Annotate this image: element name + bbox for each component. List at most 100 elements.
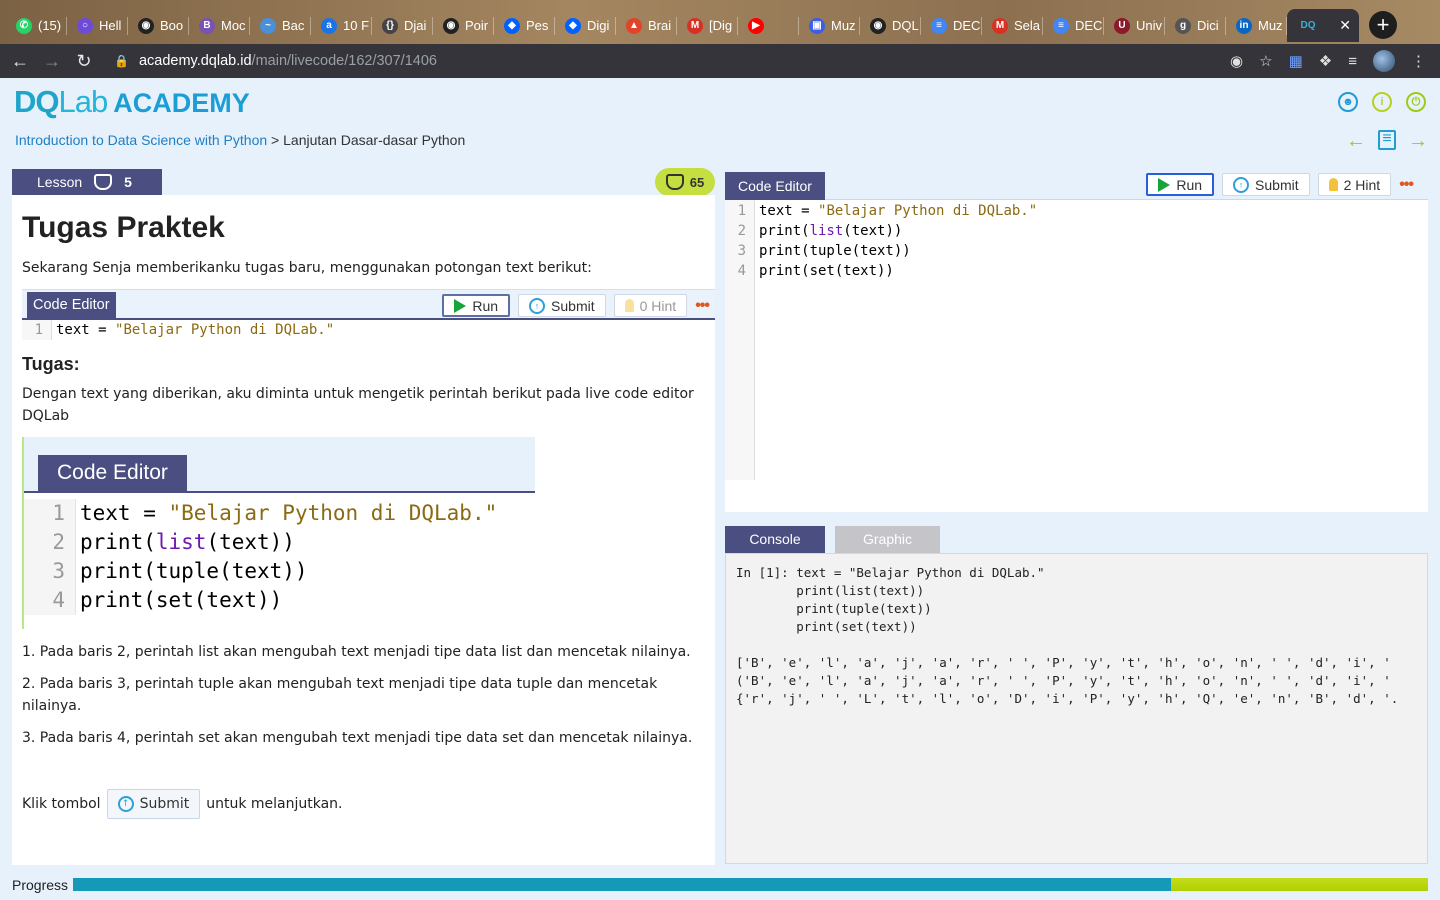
breadcrumb-course-link[interactable]: Introduction to Data Science with Python <box>15 132 267 148</box>
code-line: 1 text = "Belajar Python di DQLab." <box>725 201 1428 221</box>
address-bar[interactable]: 🔒 academy.dqlab.id/main/livecode/162/307… <box>114 53 437 69</box>
editor-tab[interactable]: Code Editor <box>725 172 825 200</box>
code-line: 1 text = "Belajar Python di DQLab." <box>22 320 715 340</box>
lightbulb-icon <box>1328 178 1338 191</box>
dropbox-icon: ◆ <box>504 17 520 34</box>
shield-icon: ▣ <box>809 17 825 34</box>
embedded-code-editor: Code Editor Run ↑ Submit 0 Hint ••• 1 text… <box>22 289 715 340</box>
browser-tab[interactable]: g Dici <box>1165 9 1226 42</box>
power-logout-icon[interactable]: ⏻ <box>1406 92 1426 112</box>
tab-console[interactable]: Console <box>725 526 825 553</box>
circle-icon: ○ <box>77 17 93 34</box>
browser-tab[interactable]: ◉ DQL <box>860 9 921 42</box>
step-item: 1. Pada baris 2, perintah list akan meng… <box>22 644 691 660</box>
at-icon: a <box>321 17 337 34</box>
progress-bar <box>73 878 1428 891</box>
trophy-icon <box>665 174 684 190</box>
browser-tab[interactable]: ◉ Boo <box>128 9 189 42</box>
submit-button[interactable]: ↑ Submit <box>1222 173 1310 196</box>
lesson-tab[interactable]: Lesson 5 <box>12 169 162 195</box>
embedded-editor-tab[interactable]: Code Editor <box>27 292 116 318</box>
next-page-arrow-icon[interactable]: → <box>1408 130 1428 153</box>
reading-list-icon[interactable]: ≡ <box>1348 53 1357 70</box>
whatsapp-icon: ✆ <box>16 17 32 34</box>
bookmark-star-icon[interactable]: ☆ <box>1259 52 1272 70</box>
console-output: In [1]: text = "Belajar Python di DQLab.… <box>725 553 1428 864</box>
back-icon[interactable]: ← <box>8 51 32 72</box>
user-profile-icon[interactable]: ☻ <box>1338 92 1358 112</box>
reload-icon[interactable]: ↻ <box>72 51 96 72</box>
bracket-icon: {} <box>382 17 398 34</box>
page-navigation: ← ≡ → <box>1346 130 1428 153</box>
browser-tab[interactable]: ▲ Brai <box>616 9 677 42</box>
code-line: 3 print(tuple(text)) <box>725 241 1428 261</box>
close-tab-icon[interactable]: ✕ <box>1339 17 1351 34</box>
play-icon <box>1158 177 1171 192</box>
tugas-heading: Tugas: <box>22 354 80 374</box>
progress-label: Progress <box>12 877 69 893</box>
profile-avatar[interactable] <box>1373 50 1395 72</box>
hint-button[interactable]: 2 Hint <box>1317 173 1392 196</box>
lightbulb-icon <box>624 299 634 312</box>
forward-icon[interactable]: → <box>40 51 64 72</box>
browser-tab[interactable]: a 10 F <box>311 9 372 42</box>
browser-tab[interactable]: ◆ Digi <box>555 9 616 42</box>
gitlab-icon: ▲ <box>626 17 642 34</box>
browser-tab[interactable]: M [Dig <box>677 9 738 42</box>
browser-tab[interactable]: ◉ Poir <box>433 9 494 42</box>
gmail-icon: M <box>687 17 703 34</box>
embedded-code-area[interactable]: 1 text = "Belajar Python di DQLab." <box>22 320 715 340</box>
upload-icon: ↑ <box>1233 176 1250 193</box>
play-icon <box>454 298 467 313</box>
browser-tab[interactable]: ▶ <box>738 9 799 42</box>
new-tab-button[interactable]: + <box>1369 11 1397 39</box>
code-input-area[interactable]: 1 text = "Belajar Python di DQLab." 2 prin… <box>725 200 1428 480</box>
tab-graphic[interactable]: Graphic <box>835 526 940 553</box>
screenshot-code-line: 4 print(set(text)) <box>24 586 535 615</box>
more-options-icon[interactable]: ••• <box>695 297 710 315</box>
submit-instruction: Klik tombol ↑ Submit untuk melanjutkan. <box>22 789 705 819</box>
inline-submit-button[interactable]: ↑ Submit <box>106 789 201 819</box>
url-host: academy.dqlab.id <box>138 53 252 69</box>
browser-tab[interactable]: U Univ <box>1104 9 1165 42</box>
browser-tab[interactable]: ◆ Pes <box>494 9 555 42</box>
g-icon: g <box>1175 17 1191 34</box>
score-badge: 65 <box>655 168 715 196</box>
dqlab-academy-logo[interactable]: DQLab ACADEMY <box>14 84 250 120</box>
run-button[interactable]: Run <box>1146 173 1215 196</box>
browser-tab[interactable]: M Sela <box>982 9 1043 42</box>
header-icons: ☻ i ⏻ <box>1338 92 1426 112</box>
breadcrumb: Introduction to Data Science with Python… <box>15 132 466 148</box>
embedded-run-button[interactable]: Run <box>442 294 511 317</box>
browser-tab[interactable]: ▣ Muz <box>799 9 860 42</box>
extensions-puzzle-icon[interactable]: ❖ <box>1319 52 1332 70</box>
lesson-list-icon[interactable]: ≡ <box>1378 130 1396 150</box>
code-line: 2 print(list(text)) <box>725 221 1428 241</box>
browser-tab[interactable]: ≡ DEC <box>1043 9 1104 42</box>
browser-tab[interactable]: B Moc <box>189 9 250 42</box>
embedded-hint-button[interactable]: 0 Hint <box>613 294 688 317</box>
extension-translate-icon[interactable]: ▦ <box>1289 52 1303 70</box>
browser-tab-strip: ✆ (15) ○ Hell ◉ Boo B Moc ~ Bac a 10 F{} Djai ◉ Poir ◆ P… <box>0 0 1440 44</box>
dropbox-icon: ◆ <box>565 17 581 34</box>
browser-tab[interactable]: ≡ DEC <box>921 9 982 42</box>
browser-menu-icon[interactable]: ⋮ <box>1411 52 1426 70</box>
browser-tab[interactable]: ~ Bac <box>250 9 311 42</box>
tracking-off-icon[interactable]: ◉ <box>1230 52 1243 70</box>
screenshot-editor-tab: Code Editor <box>38 455 187 491</box>
upload-icon: ↑ <box>117 796 134 812</box>
browser-tab[interactable]: ○ Hell <box>67 9 128 42</box>
embedded-submit-button[interactable]: ↑ Submit <box>518 294 606 317</box>
more-options-icon[interactable]: ••• <box>1399 176 1414 194</box>
info-icon[interactable]: i <box>1372 92 1392 112</box>
browser-tab[interactable]: in Muz <box>1226 9 1287 42</box>
browser-tab[interactable]: {} Djai <box>372 9 433 42</box>
browser-tab-active[interactable]: DQDQ✕ <box>1287 9 1359 42</box>
univ-icon: U <box>1114 17 1130 34</box>
bootstrap-icon: B <box>199 17 215 34</box>
browser-toolbar: ← → ↻ 🔒 academy.dqlab.id/main/livecode/1… <box>0 44 1440 78</box>
prev-page-arrow-icon[interactable]: ← <box>1346 130 1366 153</box>
lesson-intro: Sekarang Senja memberikanku tugas baru, … <box>22 260 592 276</box>
step-item: 2. Pada baris 3, perintah tuple akan men… <box>22 676 658 714</box>
browser-tab[interactable]: ✆ (15) <box>6 9 67 42</box>
